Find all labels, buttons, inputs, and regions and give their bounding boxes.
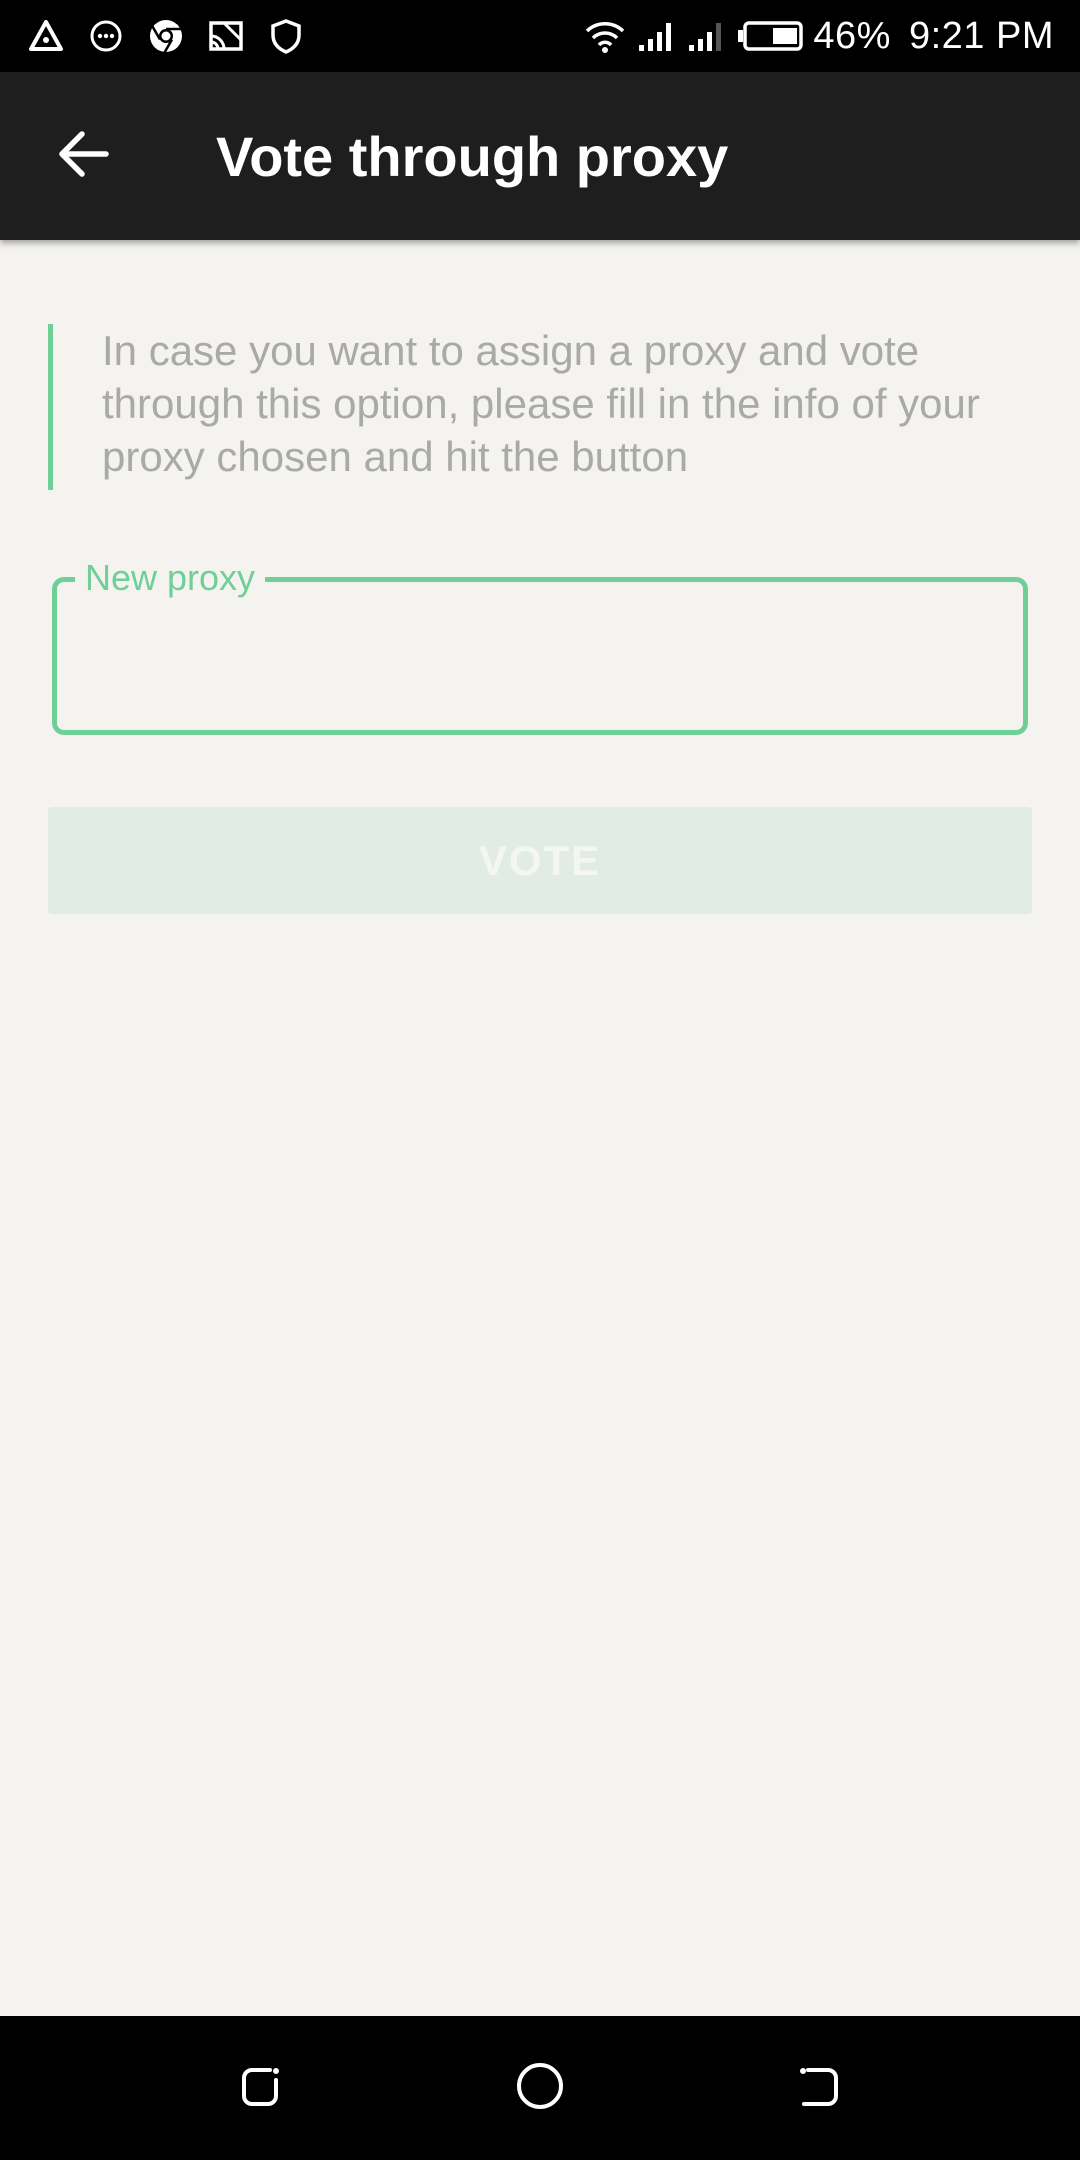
delta-icon (28, 18, 64, 54)
home-button[interactable] (500, 2048, 580, 2128)
system-back-button[interactable] (780, 2048, 860, 2128)
back-icon (796, 2062, 844, 2115)
back-button[interactable] (24, 96, 144, 216)
cast-icon (208, 18, 244, 54)
battery-percent: 46% (813, 14, 891, 57)
arrow-left-icon (56, 128, 112, 185)
home-icon (514, 2060, 566, 2117)
recents-button[interactable] (220, 2048, 300, 2128)
page-title: Vote through proxy (216, 124, 729, 188)
vote-button[interactable]: VOTE (48, 807, 1032, 914)
status-right: 46% 9:21 PM (583, 15, 1054, 58)
status-bar: 46% 9:21 PM (0, 0, 1080, 72)
message-icon (88, 18, 124, 54)
new-proxy-label: New proxy (75, 556, 266, 600)
clock-time: 9:21 PM (908, 14, 1054, 57)
signal-icon-2 (687, 19, 727, 53)
wifi-icon (583, 18, 627, 54)
new-proxy-input[interactable] (85, 612, 1001, 702)
new-proxy-field[interactable]: New proxy (52, 556, 1028, 735)
app-bar: Vote through proxy (0, 72, 1080, 240)
battery-icon (737, 20, 804, 52)
shield-icon (268, 18, 304, 54)
navigation-bar (0, 2016, 1080, 2160)
chrome-icon (148, 18, 184, 54)
signal-icon (637, 19, 677, 53)
info-text: In case you want to assign a proxy and v… (48, 324, 988, 490)
status-left-icons (28, 18, 304, 54)
recents-icon (236, 2062, 284, 2115)
